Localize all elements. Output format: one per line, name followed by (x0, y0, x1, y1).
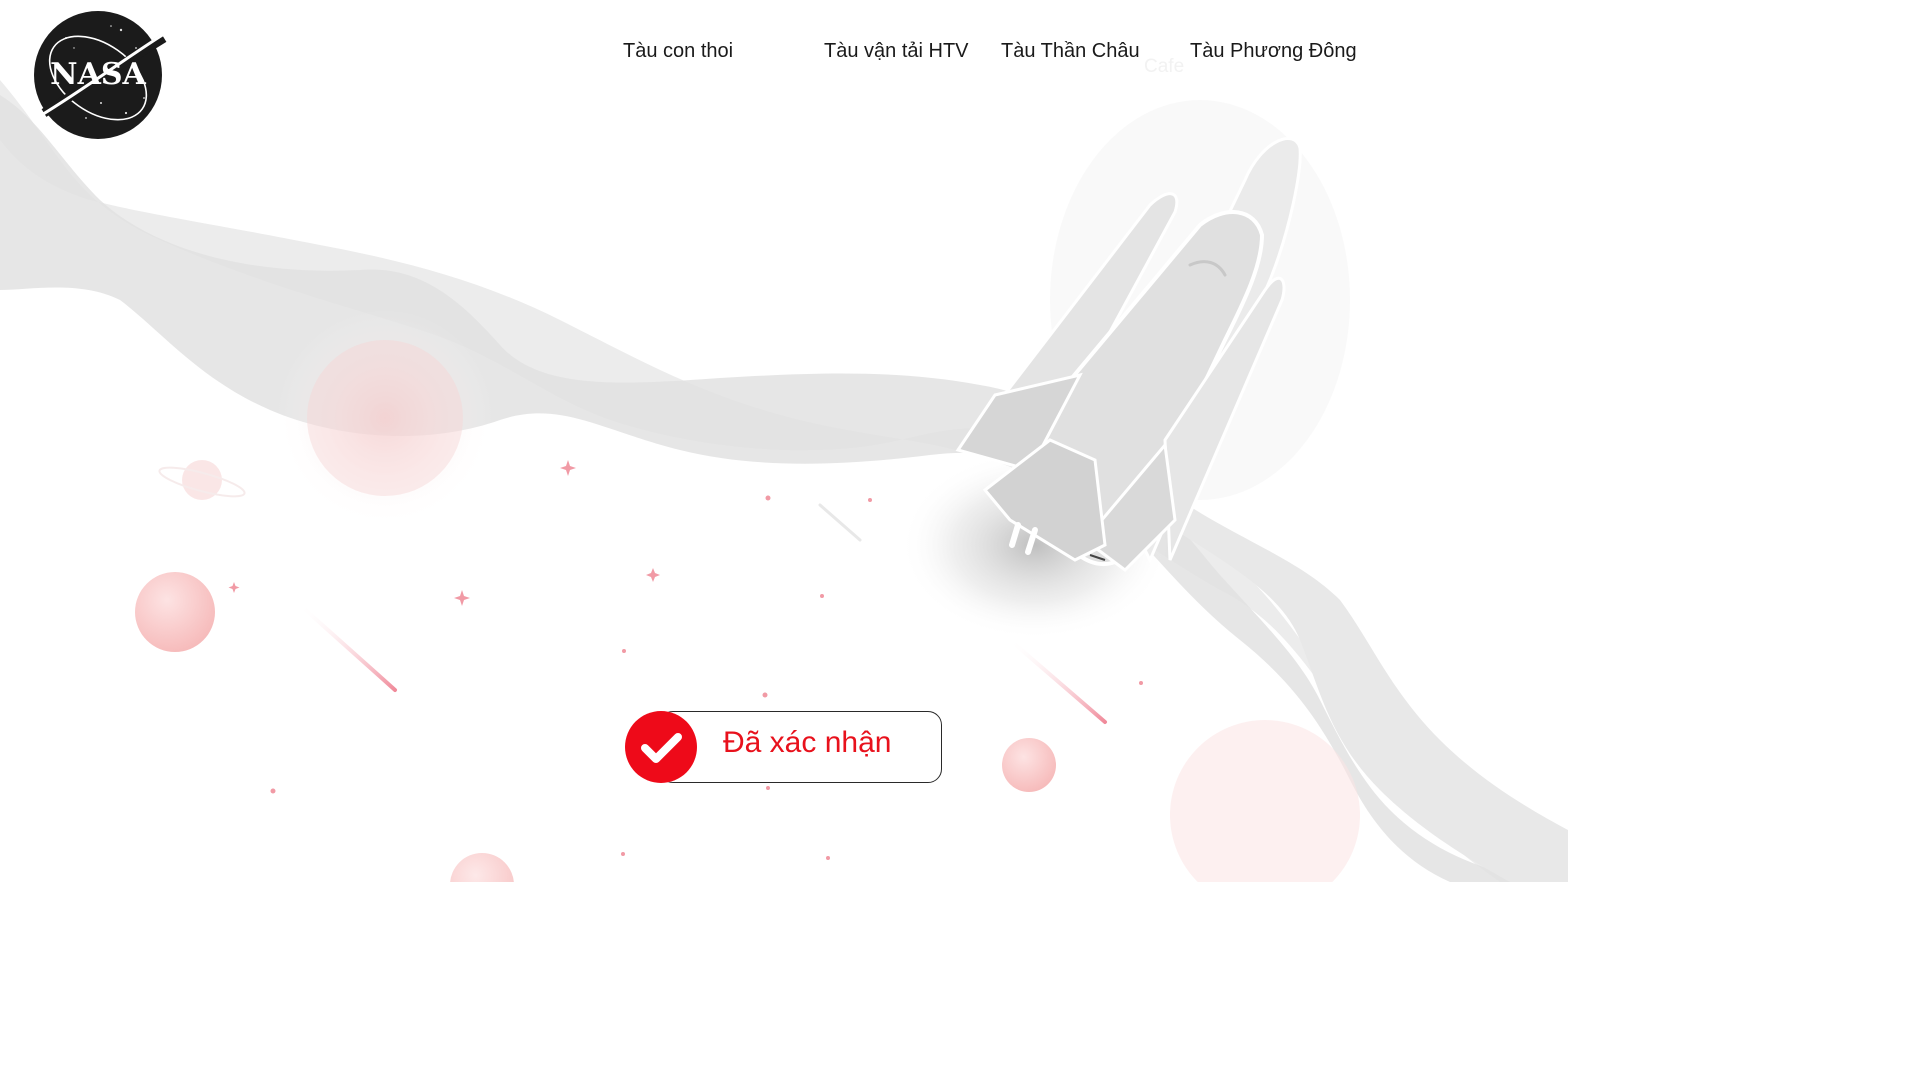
meteor-streak (818, 503, 862, 542)
planet-pink-left (135, 572, 215, 652)
ringed-planet (158, 460, 246, 500)
nav-item-vostok[interactable]: Tàu Phương Đông (1190, 40, 1357, 63)
landing-page: NASA Tàu con thoi Tàu vận tải HTV Tàu Th… (0, 0, 1568, 882)
meteor-streak (1008, 638, 1107, 724)
nav-item-faint: Cafe (1144, 56, 1185, 77)
meteor-streak (298, 603, 397, 692)
nav-item-shuttle[interactable]: Tàu con thoi (623, 40, 733, 63)
check-icon (641, 733, 682, 763)
confirmed-status-badge: Đã xác nhận (625, 711, 942, 783)
nav-item-htv[interactable]: Tàu vận tải HTV (824, 40, 969, 63)
nasa-logo[interactable]: NASA (26, 8, 174, 142)
planet-large (307, 340, 463, 496)
svg-text:NASA: NASA (50, 57, 146, 92)
planet-bottom (450, 853, 514, 882)
status-label: Đã xác nhận (723, 726, 892, 759)
status-icon-circle (625, 711, 697, 783)
planet-pink-small (1002, 738, 1056, 792)
nav-item-shenzhou[interactable]: Tàu Thần Châu (1001, 40, 1140, 63)
